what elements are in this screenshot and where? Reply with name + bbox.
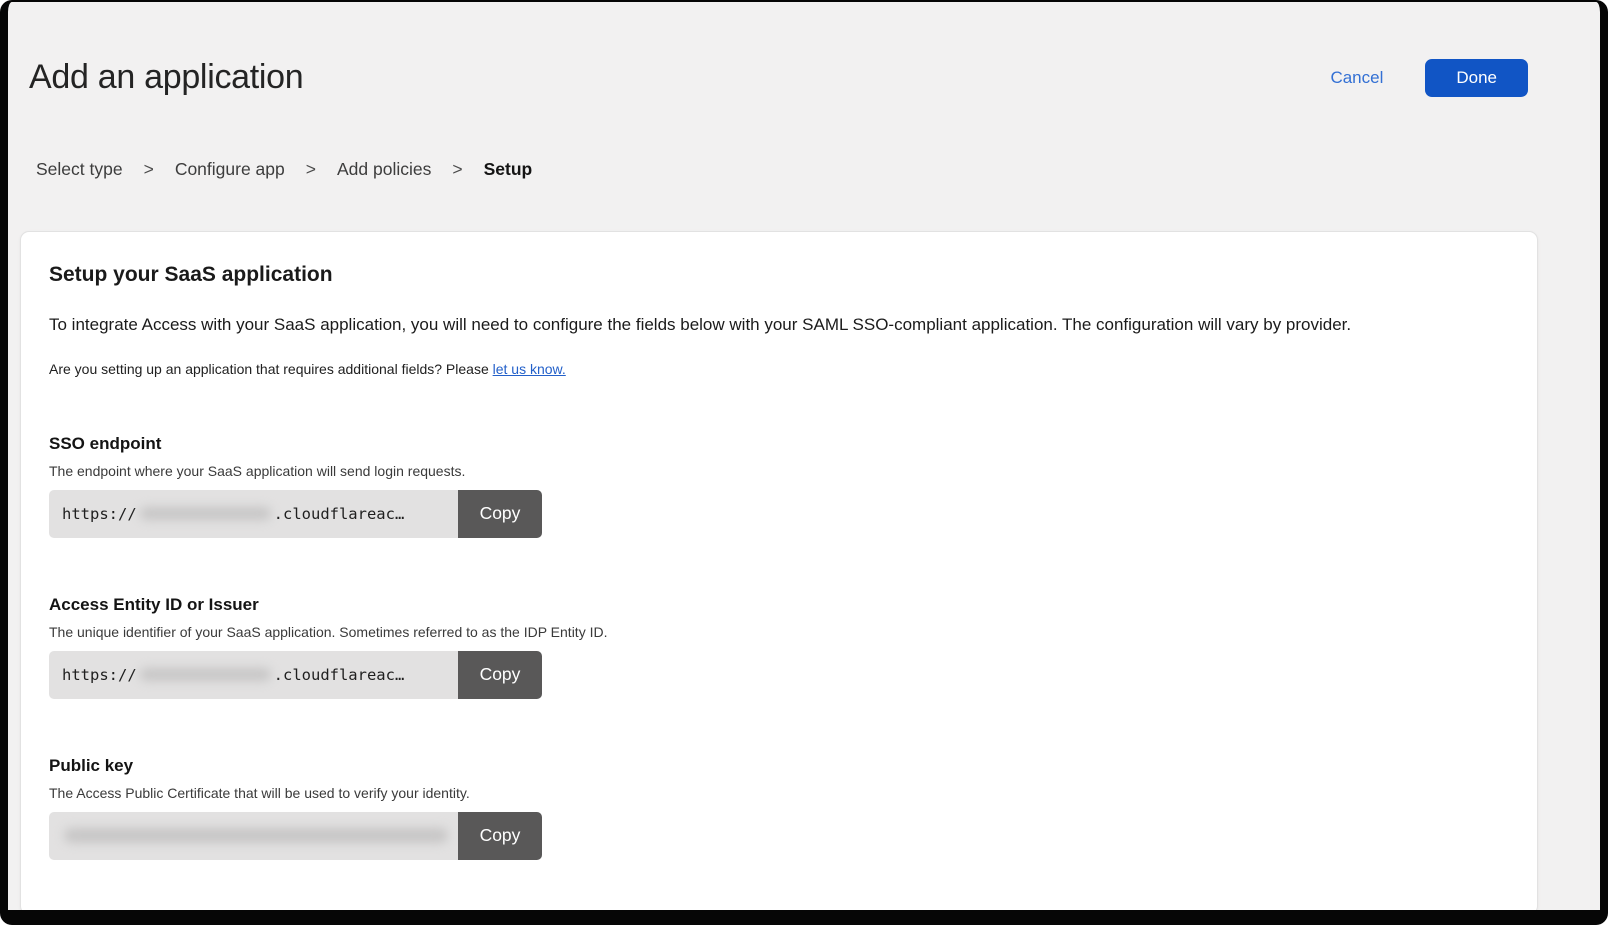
sso-endpoint-url-prefix: https:// [62, 505, 137, 523]
breadcrumb-step-select-type[interactable]: Select type [36, 159, 123, 180]
breadcrumb: Select type > Configure app > Add polici… [8, 159, 1600, 180]
breadcrumb-separator: > [306, 159, 316, 180]
public-key-description: The Access Public Certificate that will … [49, 785, 1509, 801]
entity-id-url-prefix: https:// [62, 666, 137, 684]
sso-endpoint-section: SSO endpoint The endpoint where your Saa… [49, 434, 1509, 538]
entity-id-description: The unique identifier of your SaaS appli… [49, 624, 1509, 640]
breadcrumb-step-add-policies[interactable]: Add policies [337, 159, 431, 180]
setup-card: Setup your SaaS application To integrate… [20, 231, 1538, 915]
sso-endpoint-label: SSO endpoint [49, 434, 1509, 454]
card-note: Are you setting up an application that r… [49, 361, 1509, 377]
breadcrumb-separator: > [144, 159, 154, 180]
sso-endpoint-copy-button[interactable]: Copy [458, 490, 542, 538]
public-key-copy-button[interactable]: Copy [458, 812, 542, 860]
card-intro-text: To integrate Access with your SaaS appli… [49, 313, 1509, 338]
sso-endpoint-value: https:// .cloudflareac… [49, 490, 458, 538]
app-window: Add an application Cancel Done Select ty… [0, 0, 1608, 925]
breadcrumb-separator: > [452, 159, 462, 180]
card-note-text: Are you setting up an application that r… [49, 361, 493, 377]
entity-id-value: https:// .cloudflareac… [49, 651, 458, 699]
public-key-label: Public key [49, 756, 1509, 776]
sso-endpoint-value-row: https:// .cloudflareac… Copy [49, 490, 542, 538]
cancel-button[interactable]: Cancel [1330, 68, 1383, 88]
entity-id-value-row: https:// .cloudflareac… Copy [49, 651, 542, 699]
public-key-value-row: Copy [49, 812, 542, 860]
card-title: Setup your SaaS application [49, 263, 1509, 287]
breadcrumb-step-configure-app[interactable]: Configure app [175, 159, 285, 180]
breadcrumb-step-setup-current: Setup [484, 159, 533, 180]
sso-endpoint-url-suffix: .cloudflareac… [274, 505, 405, 523]
header-actions: Cancel Done [1330, 59, 1528, 97]
page-header: Add an application Cancel Done [8, 2, 1600, 97]
let-us-know-link[interactable]: let us know. [493, 361, 566, 377]
entity-id-copy-button[interactable]: Copy [458, 651, 542, 699]
redacted-certificate [64, 828, 448, 843]
public-key-value [49, 812, 458, 860]
entity-id-section: Access Entity ID or Issuer The unique id… [49, 595, 1509, 699]
redacted-team-name [140, 507, 271, 520]
redacted-team-name [140, 668, 271, 681]
entity-id-url-suffix: .cloudflareac… [274, 666, 405, 684]
done-button[interactable]: Done [1425, 59, 1528, 97]
entity-id-label: Access Entity ID or Issuer [49, 595, 1509, 615]
page-title: Add an application [29, 58, 303, 97]
sso-endpoint-description: The endpoint where your SaaS application… [49, 463, 1509, 479]
public-key-section: Public key The Access Public Certificate… [49, 756, 1509, 860]
